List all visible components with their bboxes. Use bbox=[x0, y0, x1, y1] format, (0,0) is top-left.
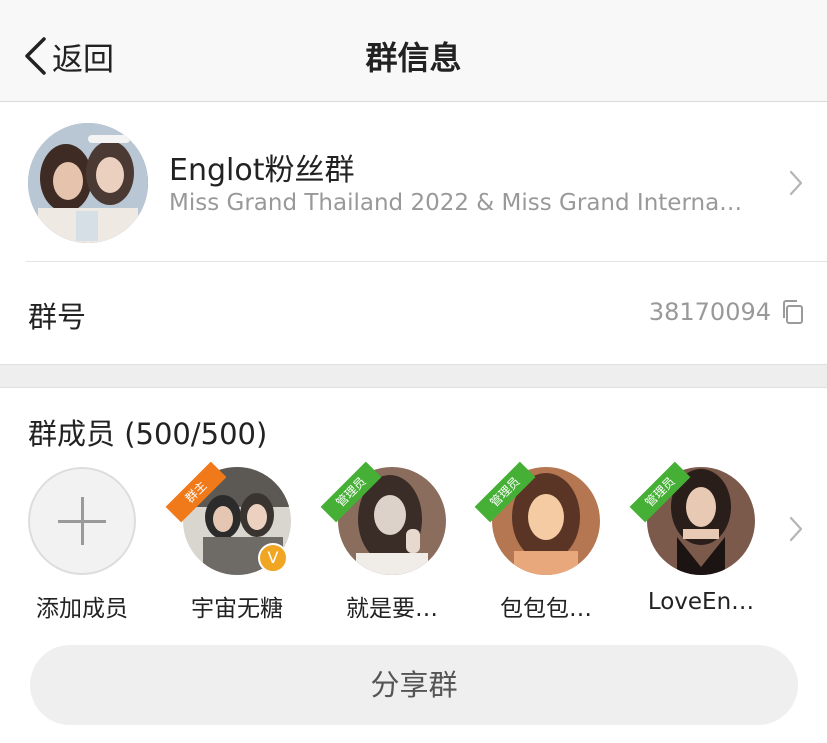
chevron-right-icon[interactable] bbox=[789, 516, 803, 542]
member-name: 包包包… bbox=[500, 596, 592, 622]
group-profile-row[interactable]: Englot粉丝群 Miss Grand Thailand 2022 & Mis… bbox=[0, 102, 827, 262]
group-name: Englot粉丝群 bbox=[169, 153, 355, 188]
add-member-button[interactable]: 添加成员 bbox=[17, 467, 147, 623]
group-avatar bbox=[28, 123, 148, 243]
member-item[interactable]: 管理员 就是要… bbox=[320, 461, 457, 623]
group-number-row: 群号 38170094 bbox=[0, 262, 827, 364]
group-avatar-image bbox=[28, 123, 148, 243]
member-name: 就是要… bbox=[346, 596, 438, 622]
member-name: LoveEn… bbox=[647, 589, 755, 615]
page-title: 群信息 bbox=[365, 39, 462, 77]
share-group-button[interactable]: 分享群 bbox=[30, 645, 798, 725]
member-item[interactable]: 管理员 LoveEn… bbox=[629, 461, 766, 615]
group-description: Miss Grand Thailand 2022 & Miss Grand In… bbox=[169, 190, 749, 216]
chevron-right-icon bbox=[789, 170, 803, 196]
verified-badge-icon: V bbox=[258, 543, 288, 573]
navigation-bar: 返回 群信息 bbox=[0, 0, 827, 102]
group-number-label: 群号 bbox=[28, 300, 87, 334]
group-number-value: 38170094 bbox=[648, 298, 771, 326]
member-item[interactable]: 群主 V 宇宙无糖 bbox=[165, 461, 302, 623]
copy-icon[interactable] bbox=[781, 299, 805, 325]
member-name: 宇宙无糖 bbox=[191, 596, 283, 622]
members-title: 群成员 (500/500) bbox=[28, 417, 268, 451]
member-item[interactable]: 管理员 包包包… bbox=[474, 461, 611, 623]
add-member-label: 添加成员 bbox=[36, 596, 128, 622]
section-separator bbox=[0, 364, 827, 388]
plus-icon bbox=[28, 467, 136, 575]
